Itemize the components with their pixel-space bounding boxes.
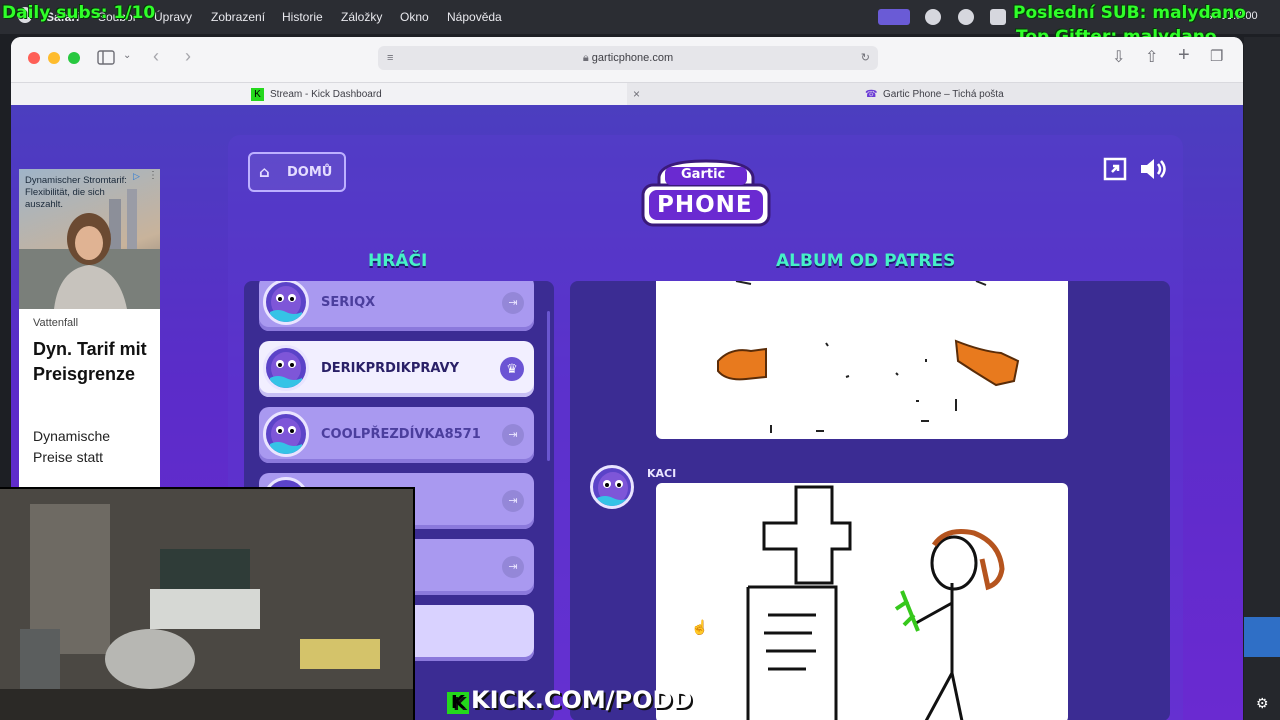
tab-bar: K Stream - Kick Dashboard × ☎ Gartic Pho…: [11, 82, 1243, 106]
close-window-button[interactable]: [28, 52, 40, 64]
player-name: DERIKPRDIKPRAVY: [321, 361, 460, 376]
pointer-cursor-icon: ☝: [691, 619, 709, 635]
kick-url-text: KICK.COM/PODD: [471, 686, 693, 714]
browser-toolbar: ⌄ ‹ › ≡ 🔒︎ garticphone.com ↻ ⇩ ⇧ + ❐: [11, 37, 1243, 82]
menu-upravy[interactable]: Úpravy: [154, 10, 192, 24]
volume-icon[interactable]: [1139, 157, 1169, 187]
drawing-grave: [746, 485, 1005, 720]
player-avatar: [263, 345, 309, 391]
kick-url-overlay: K KICK.COM/PODD: [447, 686, 692, 714]
album-panel: [570, 281, 1170, 720]
ad-headline: Dynamischer Stromtarif: Flexibilität, di…: [25, 175, 127, 210]
downloads-icon[interactable]: ⇩: [1112, 47, 1125, 67]
theme-icon[interactable]: [925, 9, 941, 25]
kick-player-icon[interactable]: ⇥: [502, 490, 524, 512]
chevron-down-icon[interactable]: ⌄: [123, 50, 131, 61]
address-text: garticphone.com: [591, 52, 674, 64]
new-tab-icon[interactable]: +: [1178, 44, 1190, 67]
album-heading: ALBUM OD PATRES: [776, 251, 956, 271]
close-tab-icon[interactable]: ×: [633, 87, 640, 101]
player-card: SERIQX ⇥: [259, 281, 534, 331]
home-button[interactable]: ⌂ DOMŮ: [248, 152, 346, 192]
player-card: COOLPŘEZDÍVKA8571 ⇥: [259, 407, 534, 463]
reload-icon[interactable]: ↻: [861, 46, 870, 70]
ad-image: Dynamischer Stromtarif: Flexibilität, di…: [19, 169, 160, 309]
menu-zobrazeni[interactable]: Zobrazení: [211, 10, 265, 24]
tab-gartic-phone[interactable]: ☎ Gartic Phone – Tichá pošta: [647, 83, 1243, 106]
menu-napoveda[interactable]: Nápověda: [447, 10, 502, 24]
ad-title: Dyn. Tarif mit Preisgrenze: [33, 339, 147, 384]
drawing-hands: [717, 281, 1020, 433]
sidebar-icon[interactable]: [97, 50, 115, 66]
player-name: SERIQX: [321, 295, 376, 310]
menu-zalozky[interactable]: Záložky: [341, 10, 382, 24]
logo-text-bottom: PHONE: [657, 192, 753, 218]
dollar-icon[interactable]: [958, 9, 974, 25]
fullscreen-icon[interactable]: [1103, 157, 1127, 187]
last-sub-overlay: Poslední SUB: malydano: [1013, 3, 1246, 23]
desktop-strip: ⚙: [1244, 37, 1280, 720]
player-card: DERIKPRDIKPRAVY ♛: [259, 341, 534, 397]
player-avatar: [263, 411, 309, 457]
drawing-canvas: [656, 281, 1068, 439]
menu-historie[interactable]: Historie: [282, 10, 323, 24]
dock-item[interactable]: [1244, 617, 1280, 657]
player-name: COOLPŘEZDÍVKA8571: [321, 427, 481, 442]
players-scrollbar[interactable]: [547, 311, 550, 461]
car-icon[interactable]: [990, 9, 1006, 25]
drawing-author: KACI: [647, 467, 677, 480]
tab-label: Gartic Phone – Tichá pošta: [883, 89, 1004, 100]
drawing-canvas: [656, 483, 1068, 720]
minimize-window-button[interactable]: [48, 52, 60, 64]
logo-text-top: Gartic: [681, 167, 726, 182]
lock-icon: 🔒︎: [582, 52, 589, 64]
home-label: DOMŮ: [287, 165, 333, 180]
adchoices-icon[interactable]: ▷: [133, 171, 140, 182]
ad-banner[interactable]: Dynamischer Stromtarif: Flexibilität, di…: [19, 169, 160, 499]
screen-share-icon[interactable]: [878, 9, 910, 25]
forward-icon[interactable]: ›: [185, 46, 191, 67]
kick-player-icon[interactable]: ⇥: [502, 556, 524, 578]
gartic-phone-logo: Gartic PHONE: [641, 155, 771, 231]
webcam-overlay: [0, 487, 415, 720]
gartic-favicon: ☎: [865, 89, 878, 100]
kick-player-icon[interactable]: ⇥: [502, 424, 524, 446]
zoom-window-button[interactable]: [68, 52, 80, 64]
player-avatar: [263, 281, 309, 325]
crown-icon: ♛: [500, 357, 524, 381]
gear-icon[interactable]: ⚙: [1256, 695, 1269, 712]
tab-overview-icon[interactable]: ❐: [1210, 47, 1223, 65]
back-icon[interactable]: ‹: [153, 46, 159, 67]
webcam-scene: [0, 489, 413, 720]
share-icon[interactable]: ⇧: [1145, 47, 1158, 67]
ad-brand: Vattenfall: [33, 317, 79, 329]
ad-menu-icon[interactable]: ⋮: [148, 170, 158, 181]
home-icon: ⌂: [259, 163, 270, 181]
address-bar[interactable]: ≡ 🔒︎ garticphone.com ↻: [378, 46, 878, 70]
menu-okno[interactable]: Okno: [400, 10, 429, 24]
kick-logo-icon: K: [447, 692, 469, 714]
players-heading: HRÁČI: [368, 251, 428, 271]
kick-favicon: K: [251, 88, 264, 101]
ad-body: Dynamische Preise statt: [33, 428, 111, 465]
kick-player-icon[interactable]: ⇥: [502, 292, 524, 314]
tab-kick-dashboard[interactable]: K Stream - Kick Dashboard: [11, 83, 627, 106]
author-avatar: [590, 465, 634, 509]
tab-label: Stream - Kick Dashboard: [270, 89, 382, 100]
daily-subs-overlay: Daily subs: 1/10: [2, 3, 156, 23]
reader-icon[interactable]: ≡: [387, 46, 393, 70]
